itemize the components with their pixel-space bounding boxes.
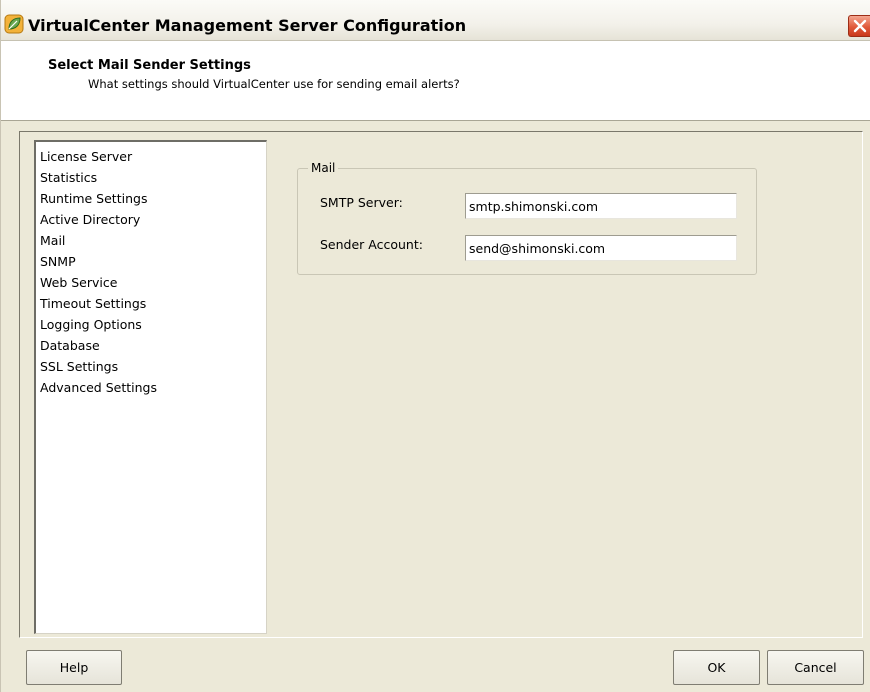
help-button[interactable]: Help [26, 650, 122, 685]
page-title: Select Mail Sender Settings [48, 58, 251, 73]
nav-item-logging-options[interactable]: Logging Options [40, 314, 142, 335]
vmware-leaf-icon [4, 14, 24, 34]
nav-item-advanced-settings[interactable]: Advanced Settings [40, 377, 157, 398]
nav-item-ssl-settings[interactable]: SSL Settings [40, 356, 118, 377]
configuration-window: VirtualCenter Management Server Configur… [0, 0, 870, 692]
sender-account-input[interactable] [465, 235, 737, 261]
nav-item-web-service[interactable]: Web Service [40, 272, 117, 293]
ok-button[interactable]: OK [673, 650, 760, 685]
close-icon [853, 19, 867, 33]
window-title: VirtualCenter Management Server Configur… [28, 16, 467, 35]
settings-nav-list[interactable]: License Server Statistics Runtime Settin… [34, 140, 267, 634]
page-subtitle: What settings should VirtualCenter use f… [88, 77, 460, 91]
nav-item-mail[interactable]: Mail [40, 230, 65, 251]
nav-item-timeout-settings[interactable]: Timeout Settings [40, 293, 146, 314]
nav-item-snmp[interactable]: SNMP [40, 251, 76, 272]
nav-item-statistics[interactable]: Statistics [40, 167, 97, 188]
title-bar[interactable]: VirtualCenter Management Server Configur… [1, 0, 870, 41]
smtp-server-input[interactable] [465, 193, 737, 219]
close-button[interactable] [848, 15, 870, 37]
cancel-button[interactable]: Cancel [767, 650, 864, 685]
smtp-server-label: SMTP Server: [320, 195, 403, 210]
nav-item-database[interactable]: Database [40, 335, 100, 356]
wizard-header: Select Mail Sender Settings What setting… [1, 41, 870, 121]
nav-item-license-server[interactable]: License Server [40, 146, 132, 167]
nav-item-runtime-settings[interactable]: Runtime Settings [40, 188, 147, 209]
nav-item-active-directory[interactable]: Active Directory [40, 209, 140, 230]
sender-account-label: Sender Account: [320, 237, 423, 252]
mail-group-label: Mail [308, 160, 339, 176]
